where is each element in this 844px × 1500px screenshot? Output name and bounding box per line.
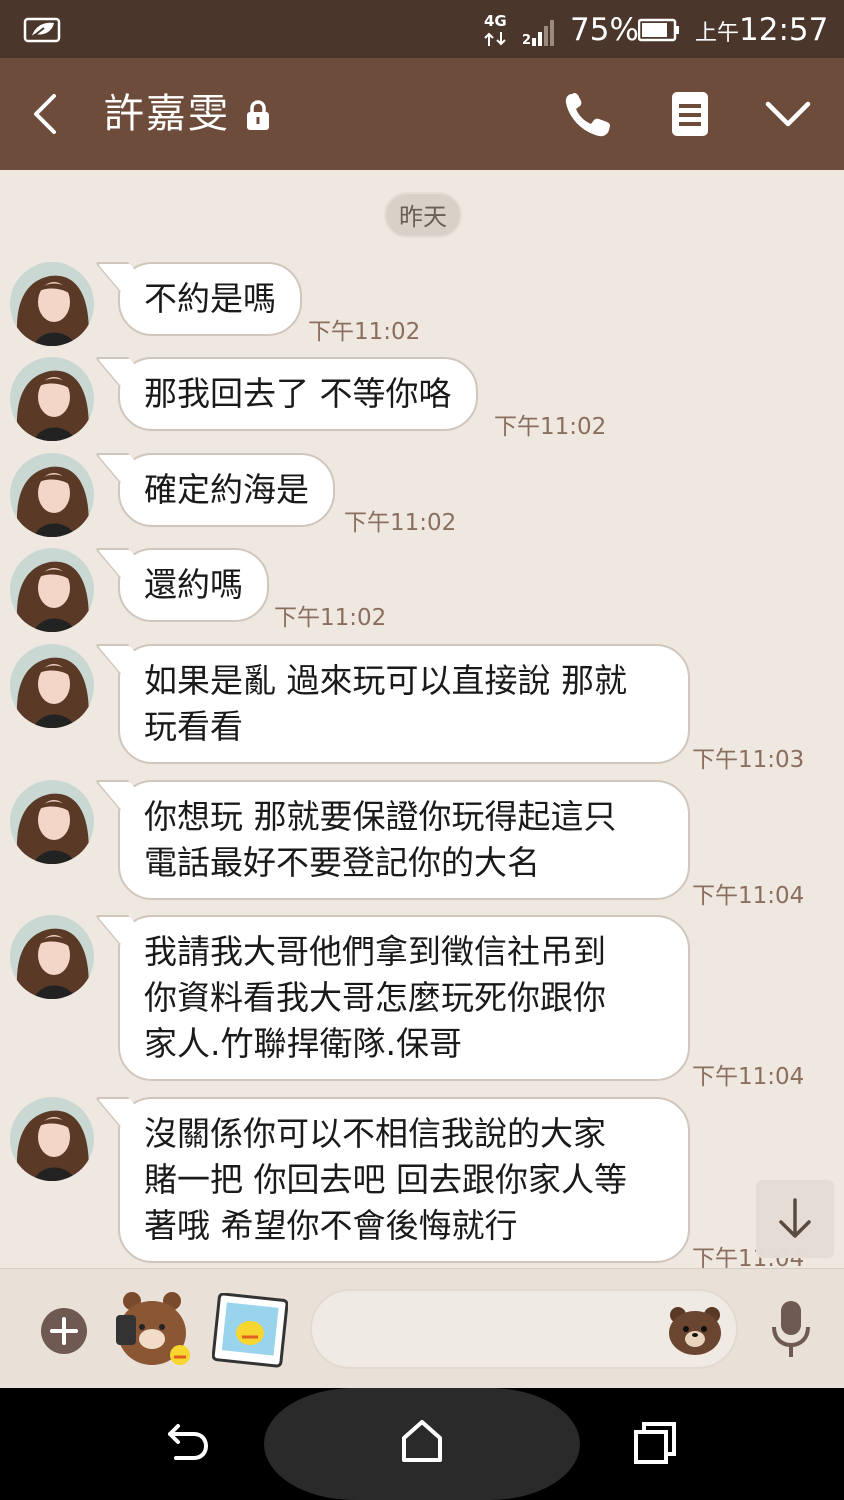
avatar[interactable] (10, 1097, 94, 1181)
message-bubble[interactable]: 不約是嗎 (118, 262, 302, 336)
message-time: 下午11:03 (692, 747, 805, 773)
scroll-to-bottom-button[interactable] (756, 1180, 834, 1258)
am-pm-label: 上午 (695, 21, 740, 46)
message-time: 下午11:02 (494, 414, 607, 440)
message-text: 還約嗎 (144, 565, 243, 604)
phone-icon[interactable] (562, 90, 618, 140)
message-text: 那我回去了 不等你咯 (144, 374, 452, 413)
microphone-icon[interactable] (768, 1299, 814, 1361)
message-bubble[interactable]: 如果是亂 過來玩可以直接說 那就 玩看看 (118, 644, 690, 764)
message-text: 不約是嗎 (144, 279, 276, 318)
message-time: 下午11:04 (692, 1064, 805, 1090)
message-text: 你想玩 那就要保證你玩得起這只 電話最好不要登記你的大名 (144, 797, 617, 882)
signal-icon: 4G 2 (484, 12, 554, 48)
date-separator: 昨天 (384, 192, 462, 238)
chevron-down-icon[interactable] (760, 92, 816, 138)
lock-icon (247, 100, 269, 130)
message-time: 下午11:02 (274, 605, 387, 631)
message-bubble[interactable]: 沒關係你可以不相信我說的大家 賭一把 你回去吧 回去跟你家人等 著哦 希望你不會… (118, 1097, 690, 1263)
message-text: 如果是亂 過來玩可以直接說 那就 玩看看 (144, 661, 627, 746)
chat-area[interactable]: 昨天 不約是嗎 下午11:02 那我回去了 不等你咯 下午11:02 確定約海是… (0, 170, 844, 1268)
message-text: 沒關係你可以不相信我說的大家 賭一把 你回去吧 回去跟你家人等 著哦 希望你不會… (144, 1114, 627, 1245)
message-bubble[interactable]: 確定約海是 (118, 453, 335, 527)
back-arrow-icon[interactable] (24, 90, 68, 138)
message-text: 確定約海是 (144, 470, 309, 509)
message-time: 下午11:02 (344, 510, 457, 536)
avatar[interactable] (10, 644, 94, 728)
navigation-bar (0, 1388, 844, 1500)
avatar[interactable] (10, 262, 94, 346)
avatar[interactable] (10, 357, 94, 441)
nav-home-icon[interactable] (398, 1416, 446, 1466)
memo-icon[interactable] (666, 88, 714, 140)
plus-icon[interactable] (40, 1307, 88, 1355)
status-clock: 上午12:57 (695, 10, 828, 54)
status-bar: 4G 2 75% 上午12:57 (0, 0, 844, 58)
message-text: 我請我大哥他們拿到徵信社吊到 你資料看我大哥怎麼玩死你跟你 家人.竹聯捍衛隊.保… (144, 932, 606, 1063)
photo-sticker-icon[interactable] (212, 1293, 288, 1369)
avatar[interactable] (10, 453, 94, 537)
input-bar (0, 1268, 844, 1388)
svg-text:2: 2 (522, 33, 531, 48)
chat-header: 許嘉雯 (0, 58, 844, 170)
contact-name[interactable]: 許嘉雯 (104, 88, 230, 140)
message-bubble[interactable]: 那我回去了 不等你咯 (118, 357, 478, 431)
message-bubble[interactable]: 我請我大哥他們拿到徵信社吊到 你資料看我大哥怎麼玩死你跟你 家人.竹聯捍衛隊.保… (118, 915, 690, 1081)
message-bubble[interactable]: 還約嗎 (118, 548, 269, 622)
bear-sticker-icon[interactable] (112, 1285, 198, 1369)
battery-icon (638, 18, 679, 42)
message-bubble[interactable]: 你想玩 那就要保證你玩得起這只 電話最好不要登記你的大名 (118, 780, 690, 900)
avatar[interactable] (10, 780, 94, 864)
leaf-icon (23, 17, 61, 43)
message-time: 下午11:04 (692, 883, 805, 909)
svg-text:4G: 4G (484, 12, 507, 30)
battery-percent: 75% (570, 12, 639, 48)
bear-emoji-icon[interactable] (666, 1303, 724, 1357)
avatar[interactable] (10, 915, 94, 999)
clock-time: 12:57 (739, 12, 829, 48)
avatar[interactable] (10, 548, 94, 632)
nav-recent-icon[interactable] (632, 1420, 678, 1466)
nav-back-icon[interactable] (164, 1420, 212, 1464)
message-time: 下午11:02 (308, 319, 421, 345)
